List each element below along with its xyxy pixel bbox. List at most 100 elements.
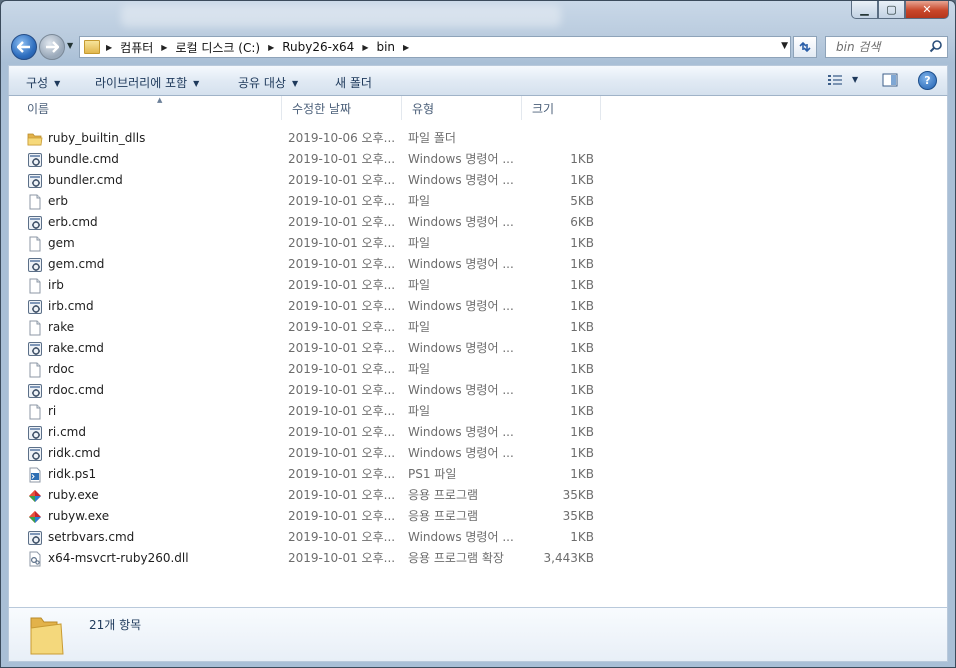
address-bar[interactable]: ▶ 컴퓨터 ▶ 로컬 디스크 (C:) ▶ Ruby26-x64 ▶ bin ▶…	[79, 36, 791, 58]
column-header-date[interactable]: 수정한 날짜	[281, 96, 401, 120]
close-button[interactable]: ✕	[905, 1, 949, 19]
chevron-right-icon[interactable]: ▶	[268, 43, 274, 52]
maximize-button[interactable]: ▢	[878, 1, 905, 19]
file-name-cell[interactable]: rdoc	[27, 359, 277, 380]
chevron-right-icon[interactable]: ▶	[106, 43, 112, 52]
file-row[interactable]: rdoc.cmd 2019-10-01 오후... Windows 명령어 ... 1…	[9, 380, 947, 401]
back-button[interactable]	[11, 34, 37, 60]
column-header-row: ▲ 이름 수정한 날짜 유형 크기	[9, 96, 947, 120]
file-row[interactable]: x64-msvcrt-ruby260.dll 2019-10-01 오후... 응용…	[9, 548, 947, 569]
file-row[interactable]: rake.cmd 2019-10-01 오후... Windows 명령어 ... 1…	[9, 338, 947, 359]
column-header-type[interactable]: 유형	[401, 96, 521, 120]
file-name-cell[interactable]: rdoc.cmd	[27, 380, 277, 401]
chevron-right-icon[interactable]: ▶	[403, 43, 409, 52]
file-type: Windows 명령어 ...	[408, 215, 514, 229]
file-name-cell[interactable]: ruby.exe	[27, 485, 277, 506]
breadcrumb-computer[interactable]: 컴퓨터	[120, 39, 153, 56]
file-size: 1KB	[570, 299, 594, 313]
file-file-icon	[27, 236, 43, 252]
file-name-cell[interactable]: bundler.cmd	[27, 170, 277, 191]
chevron-right-icon[interactable]: ▶	[161, 43, 167, 52]
file-row[interactable]: ri.cmd 2019-10-01 오후... Windows 명령어 ... 1KB	[9, 422, 947, 443]
file-name: rake	[48, 320, 75, 334]
file-type: Windows 명령어 ...	[408, 173, 514, 187]
breadcrumb-ruby26-x64[interactable]: Ruby26-x64	[282, 40, 354, 54]
file-date: 2019-10-01 오후...	[288, 446, 396, 460]
file-row[interactable]: bundler.cmd 2019-10-01 오후... Windows 명령어 .…	[9, 170, 947, 191]
preview-pane-icon[interactable]	[882, 73, 898, 87]
file-date: 2019-10-01 오후...	[288, 152, 396, 166]
file-name-cell[interactable]: gem.cmd	[27, 254, 277, 275]
file-row[interactable]: ridk.cmd 2019-10-01 오후... Windows 명령어 ... 1…	[9, 443, 947, 464]
file-row[interactable]: rdoc 2019-10-01 오후... 파일 1KB	[9, 359, 947, 380]
recent-pages-dropdown-icon[interactable]: ▼	[67, 41, 73, 50]
refresh-button[interactable]	[793, 36, 817, 58]
file-date: 2019-10-01 오후...	[288, 488, 396, 502]
column-size-label: 크기	[532, 102, 555, 116]
file-date: 2019-10-06 오후...	[288, 131, 396, 145]
file-type: 파일	[408, 236, 431, 250]
file-size: 1KB	[570, 425, 594, 439]
file-name-cell[interactable]: ri	[27, 401, 277, 422]
file-row[interactable]: rubyw.exe 2019-10-01 오후... 응용 프로그램 35KB	[9, 506, 947, 527]
file-row[interactable]: bundle.cmd 2019-10-01 오후... Windows 명령어 ..…	[9, 149, 947, 170]
address-history-dropdown-icon[interactable]: ▼	[781, 41, 788, 51]
file-row[interactable]: gem 2019-10-01 오후... 파일 1KB	[9, 233, 947, 254]
file-row[interactable]: erb 2019-10-01 오후... 파일 5KB	[9, 191, 947, 212]
file-name-cell[interactable]: ridk.ps1	[27, 464, 277, 485]
include-in-library-button[interactable]: 라이브러리에 포함 ▼	[95, 74, 199, 91]
file-row[interactable]: erb.cmd 2019-10-01 오후... Windows 명령어 ... 6K…	[9, 212, 947, 233]
file-row[interactable]: irb 2019-10-01 오후... 파일 1KB	[9, 275, 947, 296]
view-options-dropdown-icon[interactable]: ▼	[852, 75, 858, 84]
file-name-cell[interactable]: ri.cmd	[27, 422, 277, 443]
file-row[interactable]: rake 2019-10-01 오후... 파일 1KB	[9, 317, 947, 338]
share-with-button[interactable]: 공유 대상 ▼	[238, 74, 298, 91]
organize-menu-button[interactable]: 구성 ▼	[26, 74, 60, 91]
file-name-cell[interactable]: irb	[27, 275, 277, 296]
file-row[interactable]: ri 2019-10-01 오후... 파일 1KB	[9, 401, 947, 422]
forward-button[interactable]	[39, 34, 65, 60]
file-name: bundle.cmd	[48, 152, 119, 166]
file-name-cell[interactable]: gem	[27, 233, 277, 254]
new-folder-button[interactable]: 새 폴더	[335, 74, 372, 91]
column-header-name[interactable]: ▲ 이름	[17, 96, 281, 120]
file-date: 2019-10-01 오후...	[288, 362, 396, 376]
file-name-cell[interactable]: rubyw.exe	[27, 506, 277, 527]
file-row[interactable]: ruby.exe 2019-10-01 오후... 응용 프로그램 35KB	[9, 485, 947, 506]
file-size: 1KB	[570, 383, 594, 397]
file-name-cell[interactable]: ruby_builtin_dlls	[27, 128, 277, 149]
file-row[interactable]: irb.cmd 2019-10-01 오후... Windows 명령어 ... 1K…	[9, 296, 947, 317]
file-row[interactable]: gem.cmd 2019-10-01 오후... Windows 명령어 ... 1K…	[9, 254, 947, 275]
item-count: 21개 항목	[89, 618, 142, 632]
file-name-cell[interactable]: bundle.cmd	[27, 149, 277, 170]
file-name-cell[interactable]: erb.cmd	[27, 212, 277, 233]
file-name-cell[interactable]: x64-msvcrt-ruby260.dll	[27, 548, 277, 569]
view-options-icon[interactable]	[827, 73, 843, 87]
file-name-cell[interactable]: setrbvars.cmd	[27, 527, 277, 548]
file-type: 응용 프로그램	[408, 509, 479, 523]
file-row[interactable]: ruby_builtin_dlls 2019-10-06 오후... 파일 폴더	[9, 128, 947, 149]
file-name-cell[interactable]: rake	[27, 317, 277, 338]
file-row[interactable]: setrbvars.cmd 2019-10-01 오후... Windows 명령어…	[9, 527, 947, 548]
file-type: PS1 파일	[408, 467, 457, 481]
breadcrumb-local-disk[interactable]: 로컬 디스크 (C:)	[175, 39, 260, 56]
file-name-cell[interactable]: ridk.cmd	[27, 443, 277, 464]
file-name: gem	[48, 236, 75, 250]
file-list-view[interactable]: ▲ 이름 수정한 날짜 유형 크기 ruby_builtin_dlls 2019-…	[8, 96, 948, 607]
search-field[interactable]	[825, 36, 948, 58]
file-name-cell[interactable]: rake.cmd	[27, 338, 277, 359]
cmd-file-icon	[27, 383, 43, 399]
breadcrumb-bin[interactable]: bin	[376, 40, 395, 54]
minimize-button[interactable]: ▁	[851, 1, 878, 19]
sort-ascending-icon: ▲	[157, 96, 163, 104]
search-icon[interactable]	[929, 39, 943, 53]
column-header-size[interactable]: 크기	[521, 96, 601, 120]
file-name-cell[interactable]: erb	[27, 191, 277, 212]
chevron-right-icon[interactable]: ▶	[362, 43, 368, 52]
file-name-cell[interactable]: irb.cmd	[27, 296, 277, 317]
file-size: 5KB	[570, 194, 594, 208]
search-input[interactable]	[834, 39, 928, 55]
file-date: 2019-10-01 오후...	[288, 404, 396, 418]
help-button[interactable]: ?	[918, 71, 937, 90]
file-row[interactable]: ridk.ps1 2019-10-01 오후... PS1 파일 1KB	[9, 464, 947, 485]
